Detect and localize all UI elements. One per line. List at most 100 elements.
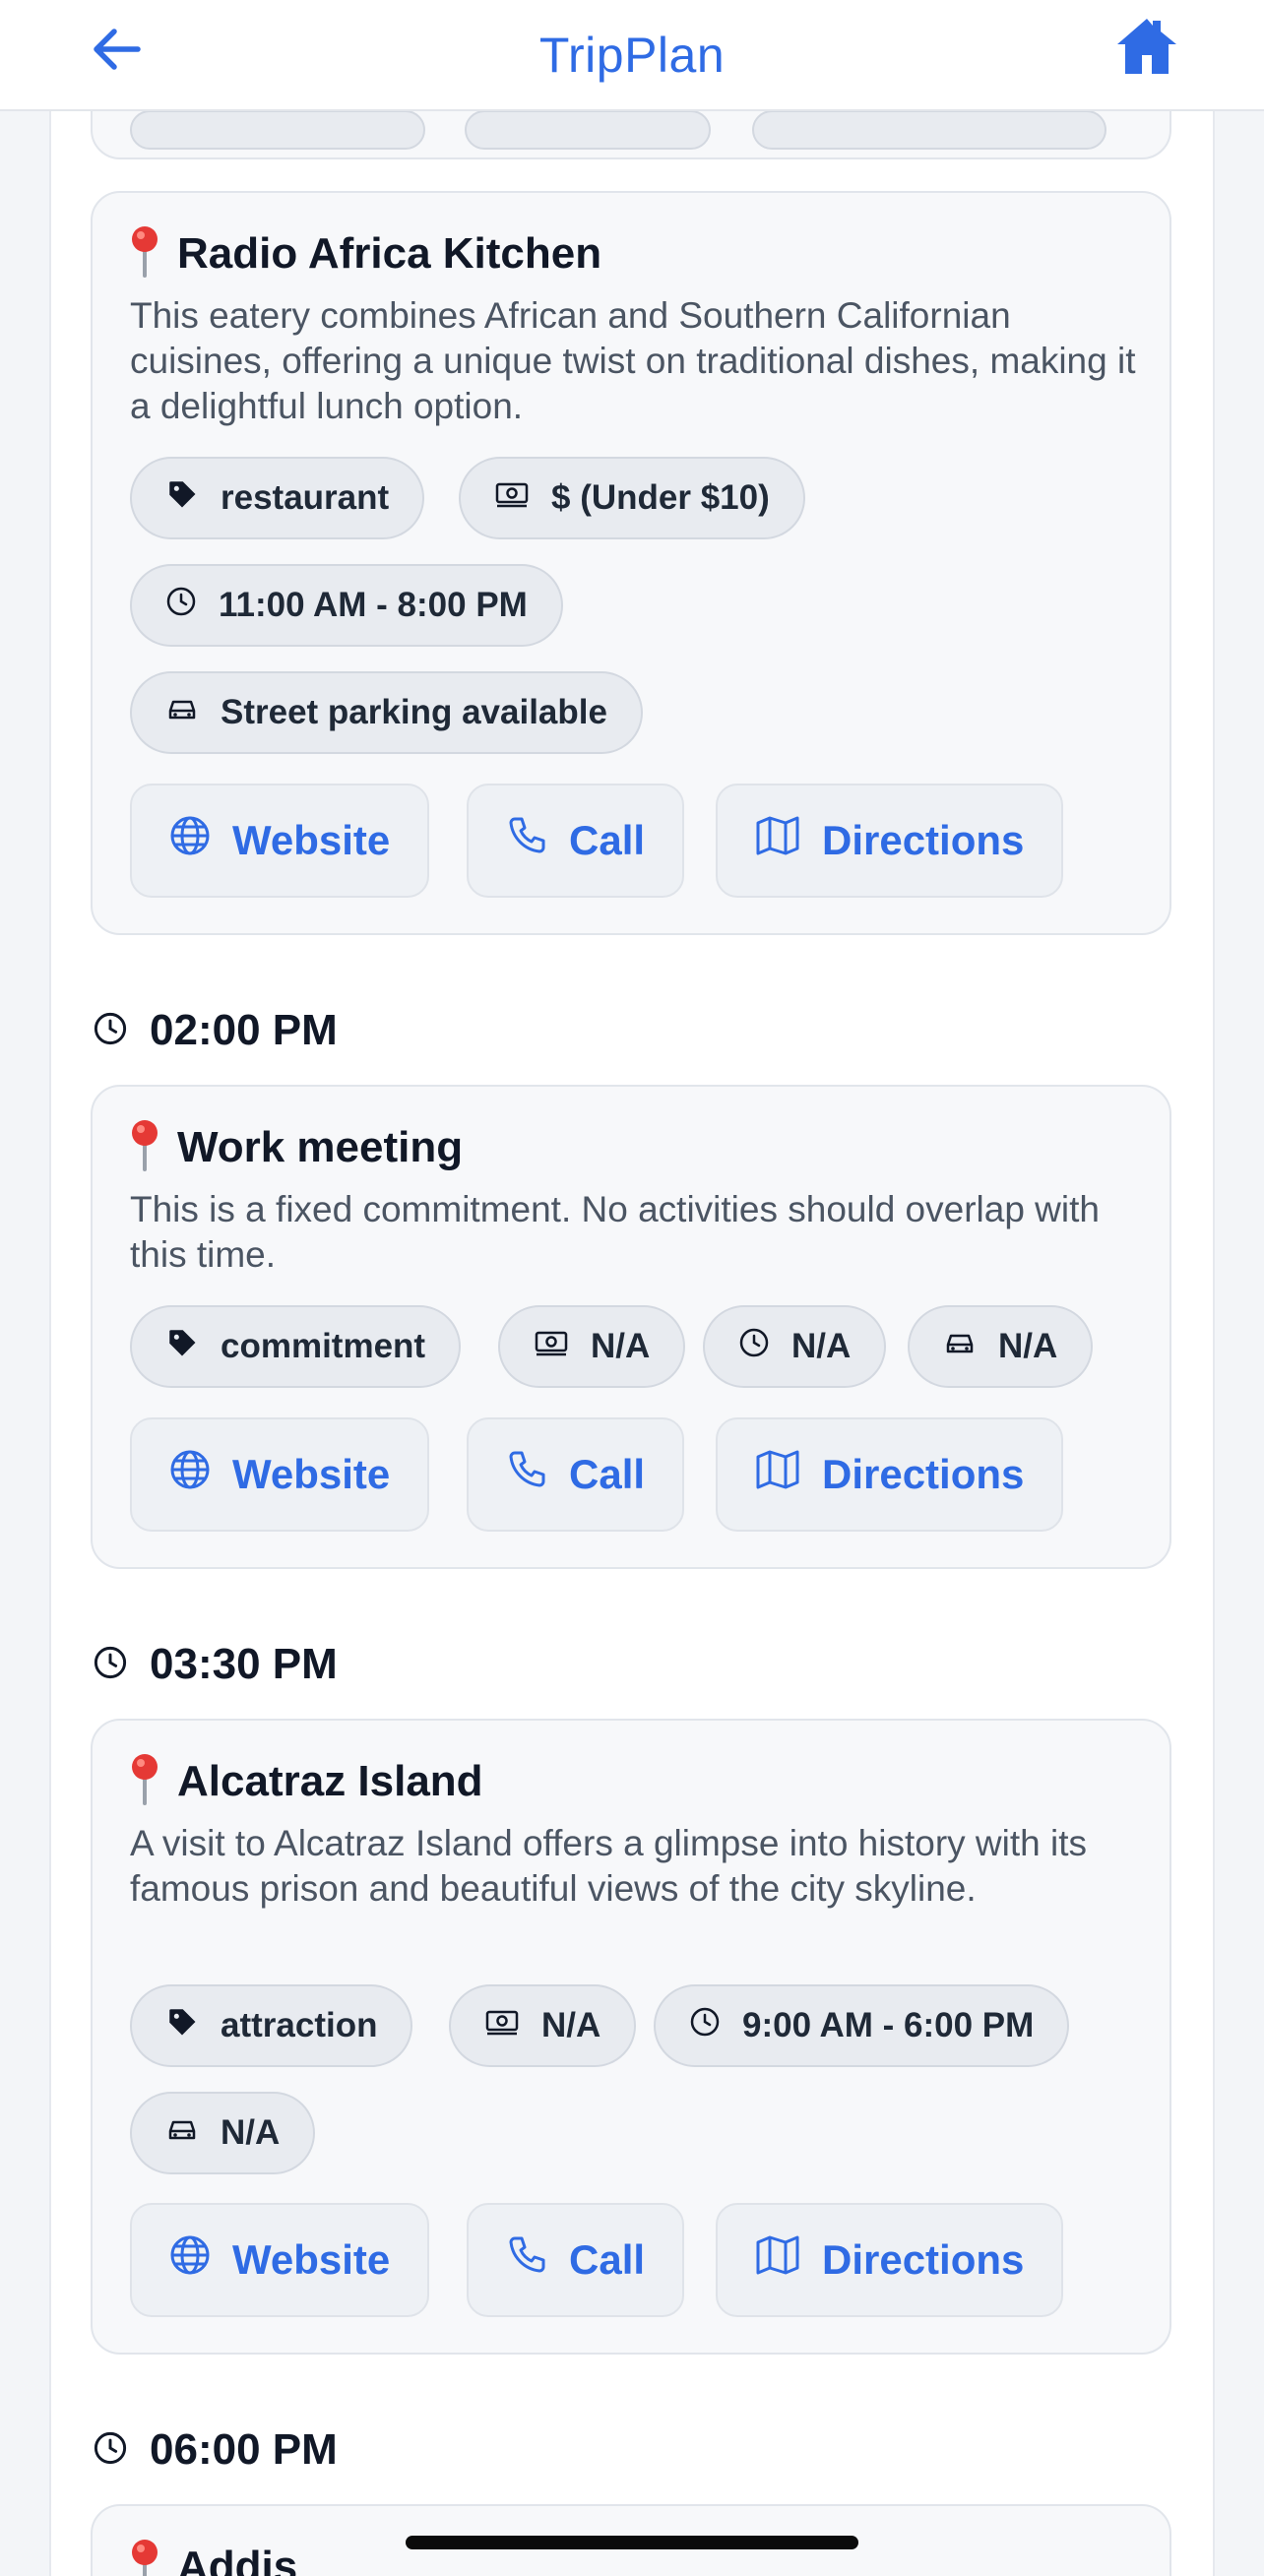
- tag-icon: [165, 2005, 199, 2047]
- activity-description: A visit to Alcatraz Island offers a glim…: [130, 1823, 1088, 1909]
- time-header: 06:00 PM: [93, 2425, 338, 2475]
- arrow-left-icon: [91, 28, 142, 76]
- home-indicator[interactable]: [406, 2536, 858, 2549]
- hours-chip: 11:00 AM - 8:00 PM: [130, 564, 563, 647]
- activity-card: Radio Africa Kitchen This eatery combine…: [91, 191, 1171, 935]
- card-title: Addis: [130, 2538, 297, 2576]
- hours-label: N/A: [791, 1327, 852, 1365]
- directions-label: Directions: [822, 817, 1025, 863]
- price-chip: N/A: [498, 1305, 686, 1388]
- cash-icon: [534, 1327, 569, 1366]
- directions-button[interactable]: Directions: [716, 2203, 1064, 2317]
- globe-icon: [169, 1449, 211, 1500]
- activity-description: This is a fixed commitment. No activitie…: [130, 1189, 1100, 1275]
- clock-icon: [689, 2006, 721, 2046]
- hours-label: 11:00 AM - 8:00 PM: [219, 586, 528, 624]
- clock-icon: [93, 2430, 128, 2471]
- call-button[interactable]: Call: [467, 784, 685, 898]
- call-label: Call: [569, 817, 646, 863]
- category-label: commitment: [221, 1327, 426, 1365]
- activity-description: This eatery combines African and Souther…: [130, 295, 1136, 426]
- phone-icon: [506, 815, 547, 866]
- globe-icon: [169, 815, 211, 866]
- clock-icon: [165, 586, 197, 626]
- home-button[interactable]: [1112, 14, 1181, 83]
- back-button[interactable]: [87, 22, 146, 81]
- home-icon: [1115, 16, 1178, 82]
- activity-name: Radio Africa Kitchen: [177, 228, 602, 278]
- category-chip: restaurant: [130, 457, 425, 539]
- clock-icon: [738, 1327, 770, 1367]
- time-header: 02:00 PM: [93, 1006, 338, 1055]
- activity-name: Work meeting: [177, 1122, 464, 1171]
- car-icon: [165, 2113, 199, 2153]
- directions-label: Directions: [822, 2236, 1025, 2283]
- app-header: TripPlan: [0, 0, 1264, 111]
- tag-icon: [165, 477, 199, 520]
- price-chip: N/A: [449, 1984, 637, 2067]
- map-pin-icon: [130, 2538, 159, 2576]
- hours-chip: 9:00 AM - 6:00 PM: [654, 1984, 1070, 2067]
- activity-card: Alcatraz Island A visit to Alcatraz Isla…: [91, 1719, 1171, 2355]
- map-pin-icon: [130, 1118, 159, 1176]
- price-label: N/A: [591, 1327, 651, 1365]
- cash-icon: [484, 2006, 520, 2045]
- parking-chip: N/A: [130, 2092, 316, 2174]
- globe-icon: [169, 2234, 211, 2286]
- website-label: Website: [232, 817, 391, 863]
- map-pin-icon: [130, 1752, 159, 1810]
- website-button[interactable]: Website: [130, 2203, 430, 2317]
- activity-name: Alcatraz Island: [177, 1756, 483, 1805]
- price-label: N/A: [541, 2006, 601, 2044]
- time-label: 03:30 PM: [150, 1640, 338, 1688]
- clock-icon: [93, 1011, 128, 1051]
- app-title: TripPlan: [538, 27, 726, 83]
- category-label: attraction: [221, 2006, 378, 2044]
- directions-button[interactable]: Directions: [716, 784, 1064, 898]
- time-label: 02:00 PM: [150, 1006, 338, 1054]
- call-button[interactable]: Call: [467, 2203, 685, 2317]
- time-header: 03:30 PM: [93, 1640, 338, 1689]
- tag-icon: [165, 1326, 199, 1368]
- activity-card: Work meeting This is a fixed commitment.…: [91, 1085, 1171, 1569]
- map-icon: [755, 815, 800, 866]
- card-title: Radio Africa Kitchen: [130, 224, 601, 283]
- phone-icon: [506, 1449, 547, 1500]
- call-label: Call: [569, 1451, 646, 1497]
- card-title: Work meeting: [130, 1118, 463, 1176]
- category-chip: attraction: [130, 1984, 413, 2067]
- activity-name: Addis: [177, 2542, 298, 2576]
- time-label: 06:00 PM: [150, 2425, 338, 2474]
- directions-button[interactable]: Directions: [716, 1417, 1064, 1532]
- parking-chip: N/A: [908, 1305, 1094, 1388]
- previous-chip: [752, 110, 1106, 150]
- car-icon: [943, 1327, 977, 1366]
- map-icon: [755, 1449, 800, 1500]
- category-chip: commitment: [130, 1305, 462, 1388]
- clock-icon: [93, 1645, 128, 1685]
- parking-chip: Street parking available: [130, 671, 643, 754]
- card-title: Alcatraz Island: [130, 1752, 483, 1810]
- hours-chip: N/A: [703, 1305, 887, 1388]
- call-label: Call: [569, 2236, 646, 2283]
- map-icon: [755, 2234, 800, 2286]
- previous-chip: [130, 110, 425, 150]
- map-pin-icon: [130, 224, 159, 283]
- car-icon: [165, 693, 199, 732]
- website-label: Website: [232, 2236, 391, 2283]
- cash-icon: [494, 478, 530, 518]
- website-label: Website: [232, 1451, 391, 1497]
- parking-label: Street parking available: [221, 693, 607, 731]
- phone-icon: [506, 2234, 547, 2286]
- parking-label: N/A: [998, 1327, 1058, 1365]
- directions-label: Directions: [822, 1451, 1025, 1497]
- category-label: restaurant: [221, 478, 390, 517]
- website-button[interactable]: Website: [130, 784, 430, 898]
- parking-label: N/A: [221, 2113, 281, 2152]
- call-button[interactable]: Call: [467, 1417, 685, 1532]
- website-button[interactable]: Website: [130, 1417, 430, 1532]
- price-chip: $ (Under $10): [459, 457, 805, 539]
- price-label: $ (Under $10): [551, 478, 770, 517]
- previous-chip: [465, 110, 711, 150]
- hours-label: 9:00 AM - 6:00 PM: [742, 2006, 1035, 2044]
